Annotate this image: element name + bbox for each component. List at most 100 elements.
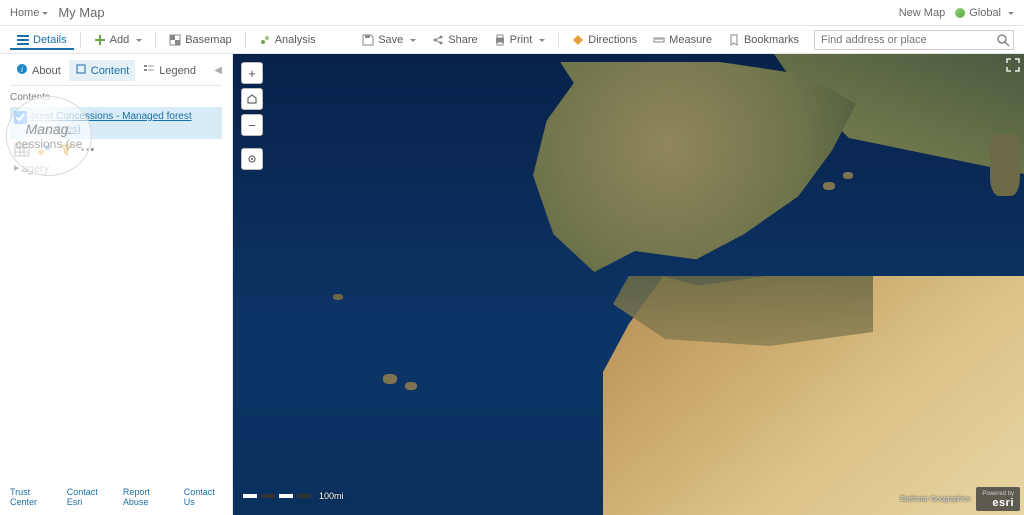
layer-visibility-checkbox[interactable]: [14, 111, 27, 124]
zoom-in-button[interactable]: +: [241, 62, 263, 84]
directions-button[interactable]: Directions: [565, 30, 644, 50]
bookmarks-button[interactable]: Bookmarks: [721, 30, 806, 50]
attribution: Earthstar Geographics Powered by esri: [900, 487, 1020, 511]
scale-seg: [279, 494, 293, 498]
footer-contact-esri[interactable]: Contact Esri: [67, 487, 109, 507]
zoom-out-button[interactable]: −: [241, 114, 263, 136]
share-button[interactable]: Share: [425, 30, 484, 50]
directions-label: Directions: [588, 34, 637, 46]
scale-seg: [297, 494, 311, 498]
esri-badge[interactable]: Powered by esri: [976, 487, 1020, 511]
island: [405, 382, 417, 390]
fullscreen-icon[interactable]: [1006, 58, 1020, 72]
landmass-sardinia: [990, 134, 1020, 196]
add-button[interactable]: Add: [87, 30, 150, 50]
new-map-button[interactable]: New Map: [899, 7, 945, 19]
toolbar: Details Add Basemap Analysis Save Share …: [0, 26, 1024, 54]
attribution-source: Earthstar Geographics: [900, 496, 970, 503]
analysis-button[interactable]: Analysis: [252, 30, 323, 50]
save-icon: [362, 34, 374, 46]
ruler-icon: [653, 34, 665, 46]
sidebar: i About Content Legend ◀ Contents orest C…: [0, 54, 233, 515]
list-icon: [17, 34, 29, 46]
measure-label: Measure: [669, 34, 712, 46]
info-icon: i: [16, 63, 28, 78]
share-label: Share: [448, 34, 477, 46]
share-icon: [432, 34, 444, 46]
footer-report-abuse[interactable]: Report Abuse: [123, 487, 170, 507]
measure-button[interactable]: Measure: [646, 30, 719, 50]
layers-icon: [75, 63, 87, 78]
tab-content-label: Content: [91, 65, 130, 77]
tab-about[interactable]: i About: [10, 60, 67, 81]
change-style-icon[interactable]: [36, 142, 52, 158]
main-split: i About Content Legend ◀ Contents orest C…: [0, 54, 1024, 515]
collapse-sidebar-icon[interactable]: ◀: [214, 65, 222, 76]
search-input[interactable]: [814, 30, 1014, 50]
attribute-table-icon[interactable]: [14, 142, 30, 158]
home-extent-button[interactable]: [241, 88, 263, 110]
map-view[interactable]: + − 100mi Earthstar Geographics Powered …: [233, 54, 1024, 515]
caret-down-icon: [136, 39, 142, 45]
directions-icon: [572, 34, 584, 46]
add-label: Add: [110, 34, 130, 46]
esri-logo-text: esri: [982, 499, 1014, 508]
home-label: Home: [10, 7, 39, 19]
globe-icon: [955, 8, 965, 18]
separator: [155, 32, 156, 48]
footer-links: Trust Center Contact Esri Report Abuse C…: [10, 481, 222, 515]
save-label: Save: [378, 34, 403, 46]
separator: [245, 32, 246, 48]
page-title: My Map: [58, 5, 104, 20]
filter-icon[interactable]: [58, 142, 74, 158]
caret-down-icon: [539, 39, 545, 45]
print-button[interactable]: Print: [487, 30, 553, 50]
search-icon[interactable]: [996, 33, 1010, 47]
tab-about-label: About: [32, 65, 61, 77]
basemap-icon: [169, 34, 181, 46]
separator: [80, 32, 81, 48]
island: [843, 172, 853, 179]
tab-content[interactable]: Content: [69, 60, 136, 81]
basemap-label: Basemap: [185, 34, 231, 46]
scale-label: 100mi: [319, 491, 344, 501]
basemap-button[interactable]: Basemap: [162, 30, 238, 50]
map-controls: + −: [241, 62, 263, 170]
print-label: Print: [510, 34, 533, 46]
scale-seg: [261, 494, 275, 498]
island: [333, 294, 343, 300]
more-options-icon[interactable]: •••: [80, 142, 96, 158]
caret-down-icon: [1008, 12, 1014, 18]
layer-item-imagery[interactable]: ▸agery: [10, 162, 222, 175]
analysis-icon: [259, 34, 271, 46]
layer-tools: •••: [10, 142, 222, 158]
caret-down-icon: [42, 12, 48, 18]
home-menu[interactable]: Home: [10, 7, 48, 19]
caret-down-icon: [410, 39, 416, 45]
plus-icon: [94, 34, 106, 46]
expand-arrow-icon: ▸: [14, 161, 20, 174]
footer-trust-center[interactable]: Trust Center: [10, 487, 53, 507]
layer-item-forest-concessions[interactable]: orest Concessions - Managed forestt coun…: [10, 107, 222, 139]
analysis-label: Analysis: [275, 34, 316, 46]
contents-heading: Contents: [10, 92, 222, 103]
locate-button[interactable]: [241, 148, 263, 170]
bookmarks-label: Bookmarks: [744, 34, 799, 46]
layer-link[interactable]: orest Concessions - Managed forestt coun…: [31, 111, 192, 135]
island: [823, 182, 835, 190]
separator: [558, 32, 559, 48]
imagery-label: agery: [22, 163, 50, 175]
footer-contact-us[interactable]: Contact Us: [184, 487, 222, 507]
print-icon: [494, 34, 506, 46]
tab-legend-label: Legend: [159, 65, 196, 77]
global-menu[interactable]: Global: [955, 7, 1014, 19]
sidebar-tabs: i About Content Legend ◀: [10, 60, 222, 86]
save-button[interactable]: Save: [355, 30, 423, 50]
legend-icon: [143, 63, 155, 78]
tab-legend[interactable]: Legend: [137, 60, 202, 81]
app-header: Home My Map New Map Global: [0, 0, 1024, 26]
details-label: Details: [33, 34, 67, 46]
svg-text:i: i: [21, 65, 23, 74]
search-container: [814, 30, 1014, 50]
details-button[interactable]: Details: [10, 30, 74, 50]
